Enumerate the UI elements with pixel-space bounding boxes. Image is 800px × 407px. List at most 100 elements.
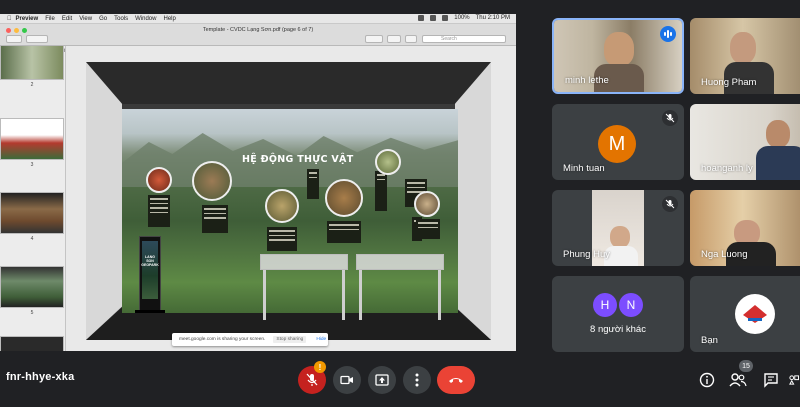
wifi-icon[interactable] xyxy=(430,15,437,21)
dropbox-icon[interactable] xyxy=(418,15,425,21)
thumbnail-image xyxy=(0,118,64,160)
present-button[interactable] xyxy=(368,366,396,394)
info-kiosk: LANG SON GEOPARK xyxy=(135,236,165,313)
organization-logo xyxy=(735,294,775,334)
present-icon xyxy=(375,374,389,386)
bird-photo xyxy=(265,189,299,223)
avatar: M xyxy=(598,125,636,163)
others-tile[interactable]: H N 8 người khác xyxy=(552,276,684,352)
page-number: 3 xyxy=(30,162,34,168)
thumbnail-image xyxy=(0,266,64,308)
page-number: 2 xyxy=(30,82,34,88)
stop-sharing-button[interactable]: Stop sharing xyxy=(273,336,307,343)
others-label: 8 người khác xyxy=(590,324,646,335)
activities-icon xyxy=(789,375,799,385)
thumbnail-image xyxy=(0,336,64,351)
zoom-button[interactable] xyxy=(26,35,48,43)
self-tile[interactable]: Bạn xyxy=(690,276,800,352)
participant-name: Minh tuan xyxy=(563,163,605,174)
sidebar-toggle-button[interactable] xyxy=(6,35,22,43)
mural-title: HỆ ĐỘNG THỰC VẬT xyxy=(242,154,354,165)
participant-tile[interactable]: Nga Luong xyxy=(690,190,800,266)
camera-toggle-button[interactable] xyxy=(333,366,361,394)
participant-name: Huong Pham xyxy=(701,77,757,88)
display-case-leg xyxy=(359,270,362,320)
search-field[interactable]: Search xyxy=(422,35,506,43)
deer-photo xyxy=(325,179,363,217)
page-thumbnail[interactable]: 2 xyxy=(0,46,64,88)
battery-label: 100% xyxy=(454,15,470,21)
participant-tile[interactable]: M Minh tuan xyxy=(552,104,684,180)
mic-toggle-button[interactable]: ! xyxy=(298,361,326,394)
menu-tools[interactable]: Tools xyxy=(114,16,128,22)
info-panel xyxy=(307,169,319,199)
meeting-details-button[interactable] xyxy=(697,370,717,390)
markup-button[interactable] xyxy=(365,35,383,43)
menu-file[interactable]: File xyxy=(45,16,55,22)
menu-edit[interactable]: Edit xyxy=(62,16,72,22)
participant-tile[interactable]: hoanganh ly xyxy=(690,104,800,180)
menu-go[interactable]: Go xyxy=(99,16,107,22)
participant-face xyxy=(604,32,634,66)
participant-tile[interactable]: Huong Pham xyxy=(690,18,800,94)
document-title: Template - CVDC Lạng Sơn.pdf (page 6 of … xyxy=(202,27,314,33)
page-thumbnail[interactable]: 4 xyxy=(0,192,64,242)
clock-label[interactable]: Thu 2:10 PM xyxy=(476,15,510,21)
volume-icon[interactable] xyxy=(442,15,449,21)
menu-window[interactable]: Window xyxy=(135,16,156,22)
participant-tile[interactable]: minh lethe xyxy=(552,18,684,94)
participant-tile[interactable]: Phung Huy xyxy=(552,190,684,266)
menu-app[interactable]: Preview xyxy=(16,16,39,22)
participant-face xyxy=(730,32,756,64)
lizard-photo xyxy=(375,149,401,175)
share-button[interactable] xyxy=(405,35,417,43)
info-panel xyxy=(416,219,440,239)
info-panel xyxy=(202,205,228,233)
participant-name: hoanganh ly xyxy=(701,163,753,174)
people-count-badge: 15 xyxy=(739,360,753,372)
page-thumbnails-sidebar: Template - CVDC Lang Son.pdf 2 3 4 5 6 xyxy=(0,46,66,351)
hide-button[interactable]: Hide xyxy=(316,337,326,342)
leave-call-button[interactable] xyxy=(437,366,475,394)
animal-photo xyxy=(192,161,232,201)
speaking-indicator-icon xyxy=(660,26,676,42)
participant-body xyxy=(756,146,800,180)
call-controls-bar: fnr-hhye-xka ! 15 xyxy=(0,353,800,407)
document-view[interactable]: HỆ ĐỘNG THỰC VẬT LANG SON GEOPARK xyxy=(66,46,516,351)
mic-off-icon xyxy=(662,196,678,212)
menu-help[interactable]: Help xyxy=(163,16,175,22)
chat-icon xyxy=(764,373,778,388)
page-thumbnail[interactable]: 3 xyxy=(0,118,64,168)
people-button[interactable] xyxy=(728,370,748,390)
preview-toolbar: Template - CVDC Lạng Sơn.pdf (page 6 of … xyxy=(0,24,516,46)
info-icon xyxy=(699,372,715,388)
meeting-code[interactable]: fnr-hhye-xka xyxy=(6,371,74,383)
participant-face xyxy=(766,120,790,148)
warning-badge: ! xyxy=(314,361,326,373)
flower-photo xyxy=(146,167,172,193)
menu-view[interactable]: View xyxy=(79,16,92,22)
avatar: N xyxy=(619,293,643,317)
thumbnail-image xyxy=(0,46,64,80)
display-case-leg xyxy=(263,270,266,320)
more-options-button[interactable] xyxy=(403,366,431,394)
people-icon xyxy=(729,373,747,387)
display-case xyxy=(356,254,444,320)
left-wall xyxy=(86,62,122,340)
info-panel xyxy=(267,227,297,251)
ceiling xyxy=(86,62,491,104)
activities-button[interactable] xyxy=(788,370,800,390)
page-thumbnail-selected[interactable]: 6 xyxy=(0,336,64,351)
turtle-photo xyxy=(414,191,440,217)
display-case-glass xyxy=(356,254,444,270)
menubar-status: 100% Thu 2:10 PM xyxy=(418,15,510,21)
end-call-icon xyxy=(449,378,463,383)
apple-icon[interactable]:  xyxy=(7,16,12,22)
info-panel xyxy=(327,221,361,243)
mac-menubar:  Preview File Edit View Go Tools Window… xyxy=(0,14,516,24)
page-thumbnail[interactable]: 5 xyxy=(0,266,64,316)
rotate-button[interactable] xyxy=(387,35,401,43)
kiosk-text: LANG SON GEOPARK xyxy=(141,255,159,267)
participant-name: Bạn xyxy=(701,335,718,346)
chat-button[interactable] xyxy=(761,370,781,390)
